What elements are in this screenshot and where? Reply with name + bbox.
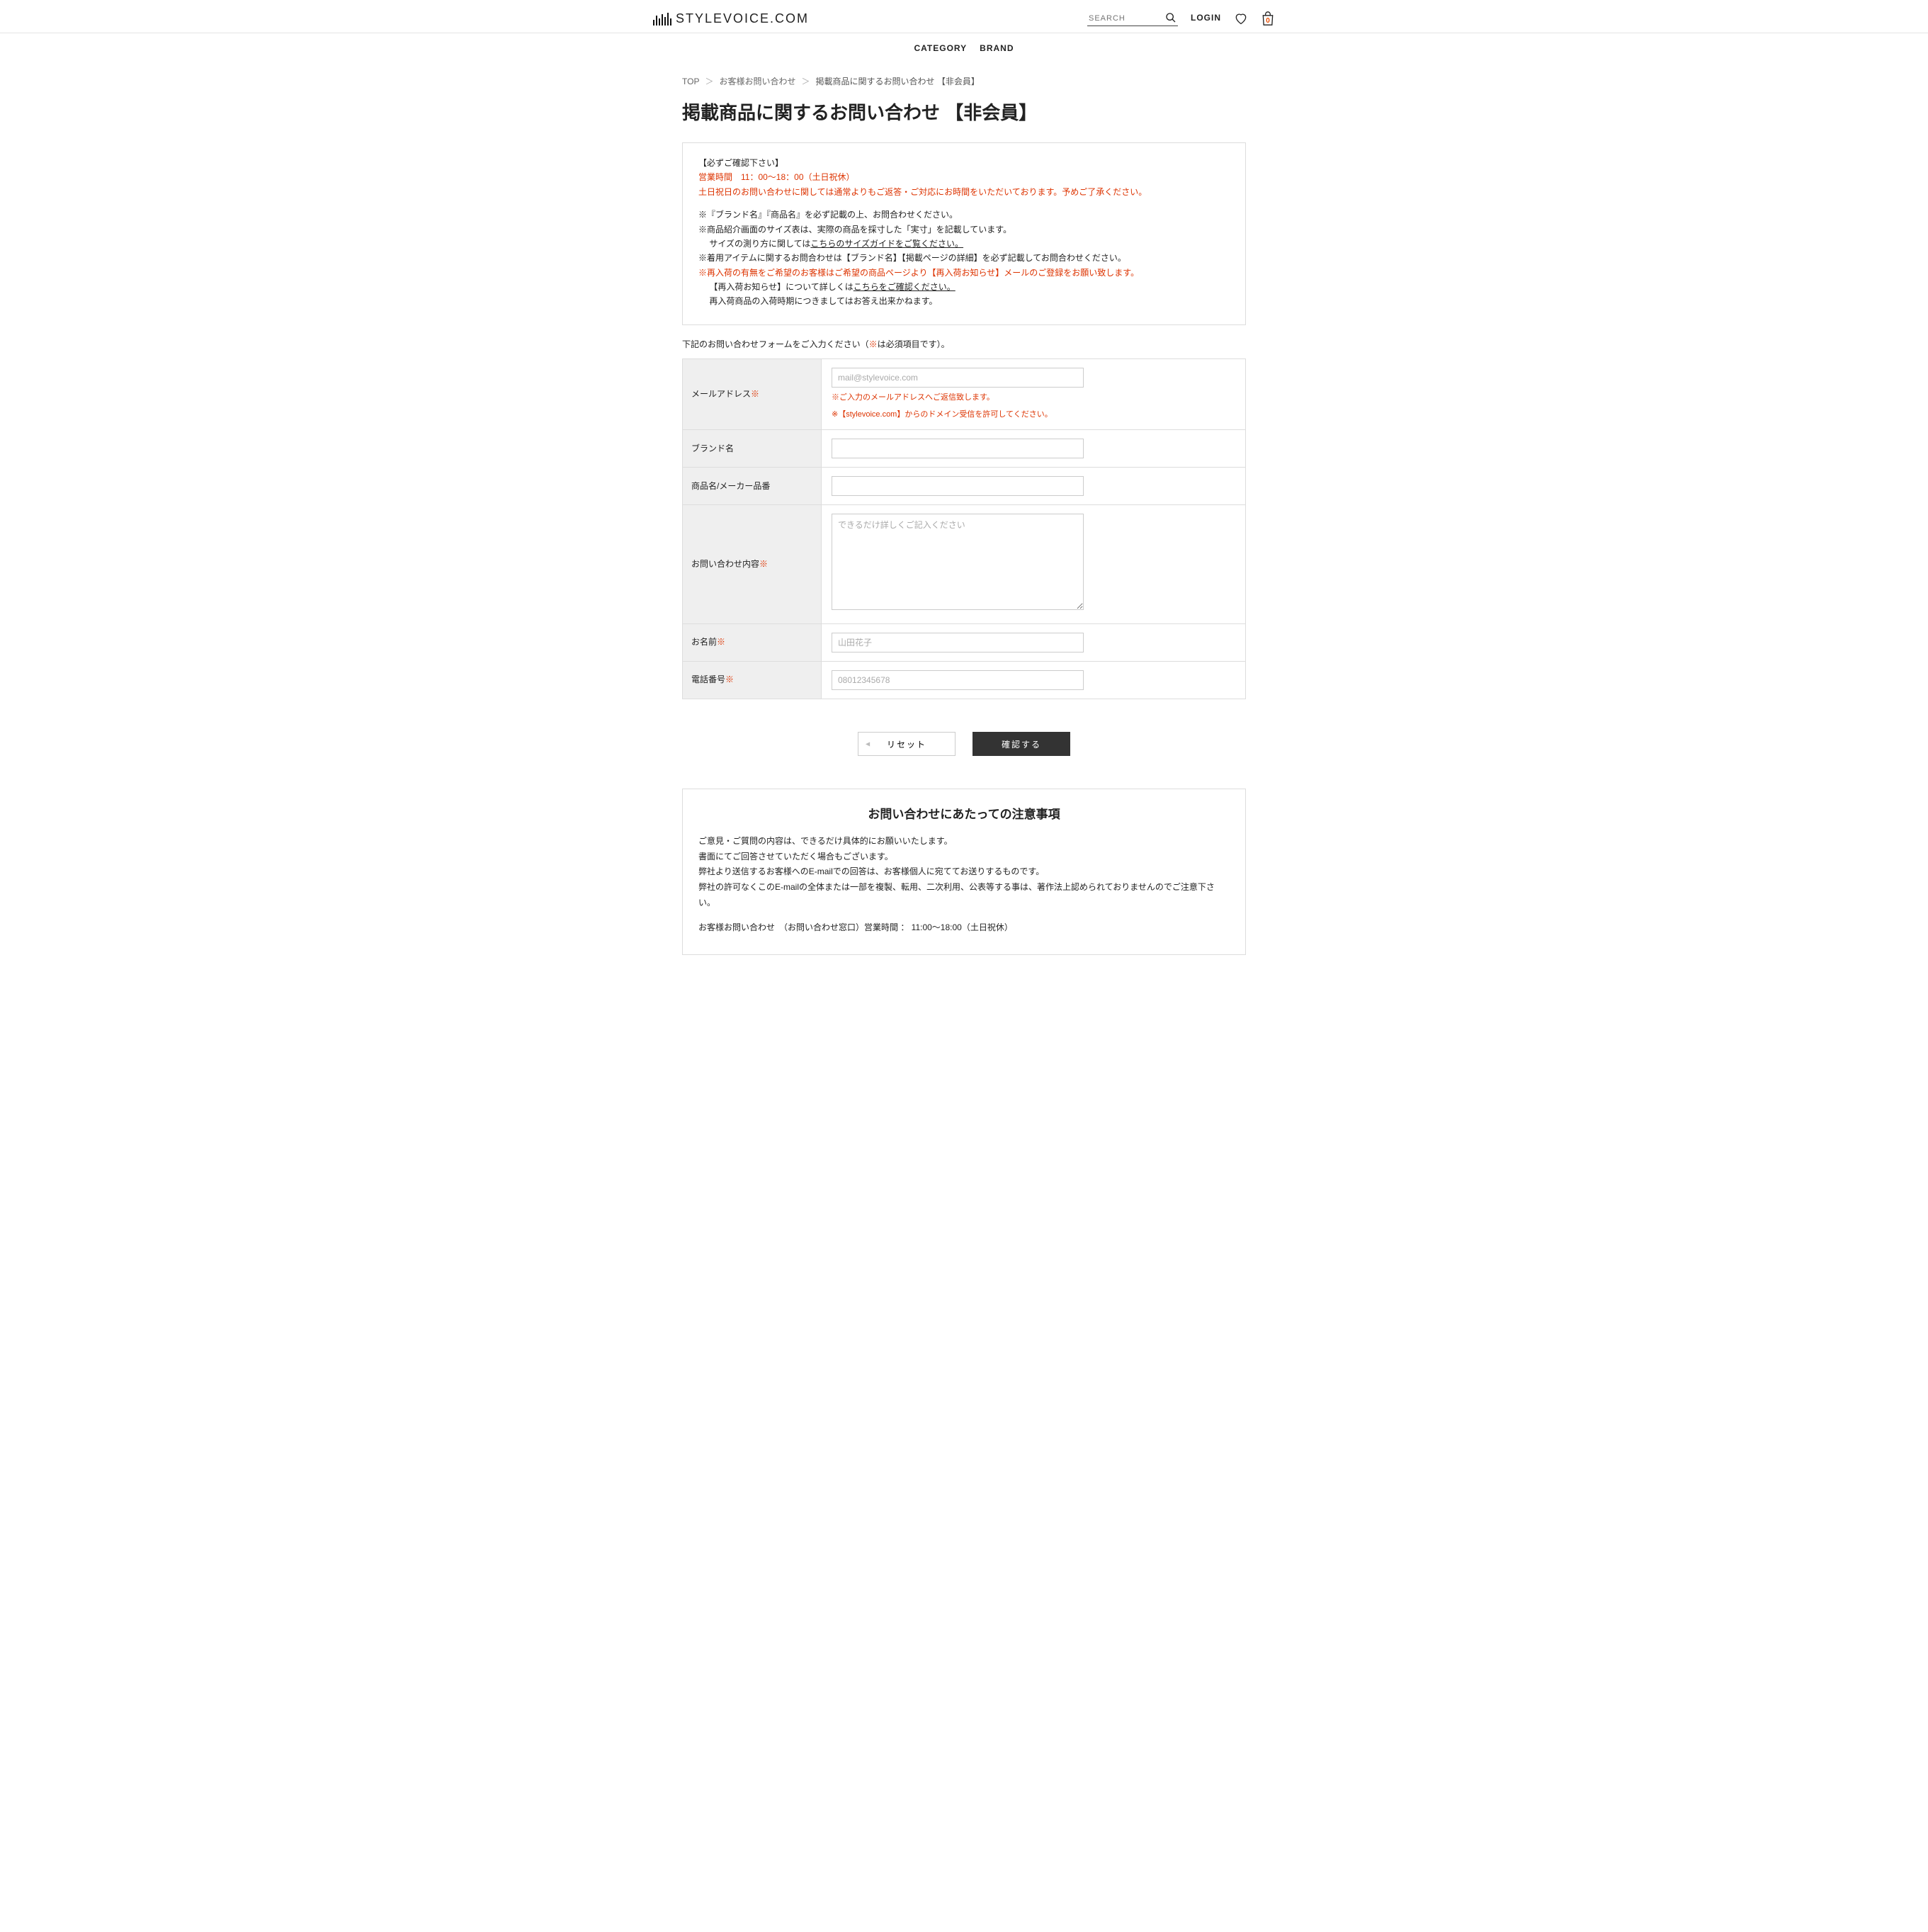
logo-text: STYLEVOICE.COM xyxy=(676,9,809,29)
notice-box: 【必ずご確認下さい】 営業時間 11：00～18：00（土日祝休） 土日祝日のお… xyxy=(682,142,1246,325)
caution-title: お問い合わせにあたっての注意事項 xyxy=(698,805,1230,824)
form-lead: 下記のお問い合わせフォームをご入力ください（※は必須項目です）。 xyxy=(682,338,1246,351)
chevron-right-icon: ＞ xyxy=(705,75,713,89)
product-field[interactable] xyxy=(832,476,1084,496)
cart-icon[interactable]: 0 xyxy=(1261,11,1275,26)
search-box[interactable] xyxy=(1087,11,1178,26)
email-note: ※【stylevoice.com】からのドメイン受信を許可してください。 xyxy=(832,409,1235,422)
nav-brand[interactable]: BRAND xyxy=(980,42,1014,55)
label-tel: 電話番号※ xyxy=(683,662,822,699)
login-link[interactable]: LOGIN xyxy=(1191,11,1221,25)
breadcrumb: TOP ＞ お客様お問い合わせ ＞ 掲載商品に関するお問い合わせ 【非会員】 xyxy=(682,64,1246,96)
label-name: お名前※ xyxy=(683,624,822,662)
cart-count: 0 xyxy=(1261,16,1275,27)
name-field[interactable] xyxy=(832,633,1084,653)
notice-line: 営業時間 11：00～18：00（土日祝休） xyxy=(698,170,1230,184)
caution-line: お客様お問い合わせ （お問い合わせ窓口）営業時間 ： 11:00～18:00（土… xyxy=(698,920,1230,936)
wishlist-icon[interactable] xyxy=(1234,11,1248,26)
caution-box: お問い合わせにあたっての注意事項 ご意見・ご質問の内容は、できるだけ具体的にお願… xyxy=(682,789,1246,955)
chevron-right-icon: ＞ xyxy=(801,75,810,89)
reset-button[interactable]: ◀︎ リセット xyxy=(858,732,956,756)
email-note: ※ご入力のメールアドレスへご返信致します。 xyxy=(832,392,1235,405)
caution-line: 弊社の許可なくこのE-mailの全体または一部を複製、転用、二次利用、公表等する… xyxy=(698,880,1230,910)
label-product: 商品名/メーカー品番 xyxy=(683,468,822,505)
caution-line: ご意見・ご質問の内容は、できるだけ具体的にお願いいたします。 xyxy=(698,834,1230,849)
size-guide-link[interactable]: こちらのサイズガイドをご覧ください。 xyxy=(810,239,963,249)
notice-line: ※着用アイテムに関するお問合わせは【ブランド名】【掲載ページの詳細】を必ず記載し… xyxy=(698,251,1230,265)
caution-line: 書面にてご回答させていただく場合もございます。 xyxy=(698,849,1230,865)
caution-line: 弊社より送信するお客様へのE-mailでの回答は、お客様個人に宛ててお送りするも… xyxy=(698,864,1230,880)
brand-field[interactable] xyxy=(832,439,1084,458)
search-input[interactable] xyxy=(1087,11,1178,26)
restock-info-link[interactable]: こちらをご確認ください。 xyxy=(854,282,956,292)
global-nav: CATEGORY BRAND xyxy=(578,33,1350,64)
breadcrumb-current: 掲載商品に関するお問い合わせ 【非会員】 xyxy=(816,75,980,89)
notice-line: 土日祝日のお問い合わせに関しては通常よりもご返答・ご対応にお時間をいただいており… xyxy=(698,185,1230,199)
logo[interactable]: STYLEVOICE.COM xyxy=(578,9,809,29)
notice-line: ※商品紹介画面のサイズ表は、実際の商品を採寸した「実寸」を記載しています。 xyxy=(698,222,1230,237)
notice-line: 【再入荷お知らせ】について詳しくはこちらをご確認ください。 xyxy=(698,280,1230,294)
logo-bars-icon xyxy=(653,11,671,26)
notice-line: ※『ブランド名』『商品名』を必ず記載の上、お問合わせください。 xyxy=(698,208,1230,222)
notice-line: 再入荷商品の入荷時期につきましてはお答え出来かねます。 xyxy=(698,294,1230,308)
tel-field[interactable] xyxy=(832,670,1084,690)
label-email: メールアドレス※ xyxy=(683,359,822,430)
search-icon[interactable] xyxy=(1165,12,1176,23)
breadcrumb-contact[interactable]: お客様お問い合わせ xyxy=(719,75,795,89)
notice-line: 【必ずご確認下さい】 xyxy=(698,156,1230,170)
label-body: お問い合わせ内容※ xyxy=(683,505,822,624)
nav-category[interactable]: CATEGORY xyxy=(914,42,967,55)
notice-line: ※再入荷の有無をご希望のお客様はご希望の商品ページより【再入荷お知らせ】メールの… xyxy=(698,266,1230,280)
page-title: 掲載商品に関するお問い合わせ 【非会員】 xyxy=(682,98,1246,128)
body-field[interactable] xyxy=(832,514,1084,610)
submit-button[interactable]: 確認する xyxy=(972,732,1070,756)
label-brand: ブランド名 xyxy=(683,430,822,468)
chevron-left-icon: ◀︎ xyxy=(866,741,871,747)
notice-line: サイズの測り方に関してはこちらのサイズガイドをご覧ください。 xyxy=(698,237,1230,251)
contact-form: メールアドレス※ ※ご入力のメールアドレスへご返信致します。 ※【stylevo… xyxy=(682,358,1246,699)
email-field[interactable] xyxy=(832,368,1084,388)
breadcrumb-top[interactable]: TOP xyxy=(682,75,699,89)
